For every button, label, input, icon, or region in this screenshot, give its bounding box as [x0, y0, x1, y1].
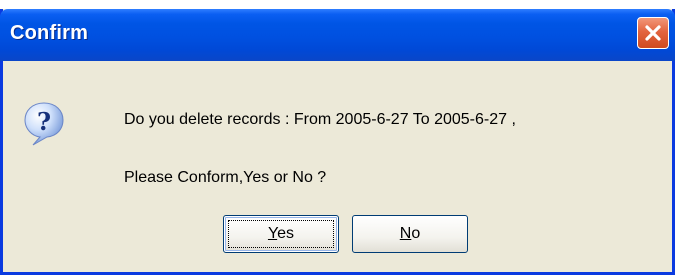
title-bar[interactable]: Confirm [0, 9, 675, 61]
question-icon: ? [24, 102, 64, 146]
yes-label-rest: es [277, 225, 295, 242]
yes-button-label: Yes [224, 225, 338, 243]
yes-button[interactable]: Yes [223, 215, 339, 253]
confirm-dialog: Confirm ? Do you delete records : From 2… [0, 9, 675, 275]
no-mnemonic: N [399, 225, 412, 242]
confirm-message-line1: Do you delete records : From 2005-6-27 T… [124, 111, 516, 128]
yes-mnemonic: Y [267, 225, 278, 242]
no-label-rest: o [411, 225, 421, 242]
confirm-message-line2: Please Conform,Yes or No ? [124, 169, 327, 186]
dialog-content: ? Do you delete records : From 2005-6-27… [3, 61, 672, 272]
no-button[interactable]: No [352, 215, 468, 253]
close-button[interactable] [637, 17, 669, 49]
svg-text:?: ? [37, 107, 51, 136]
close-icon [645, 25, 661, 41]
no-button-label: No [353, 225, 467, 243]
window-title: Confirm [10, 22, 89, 44]
